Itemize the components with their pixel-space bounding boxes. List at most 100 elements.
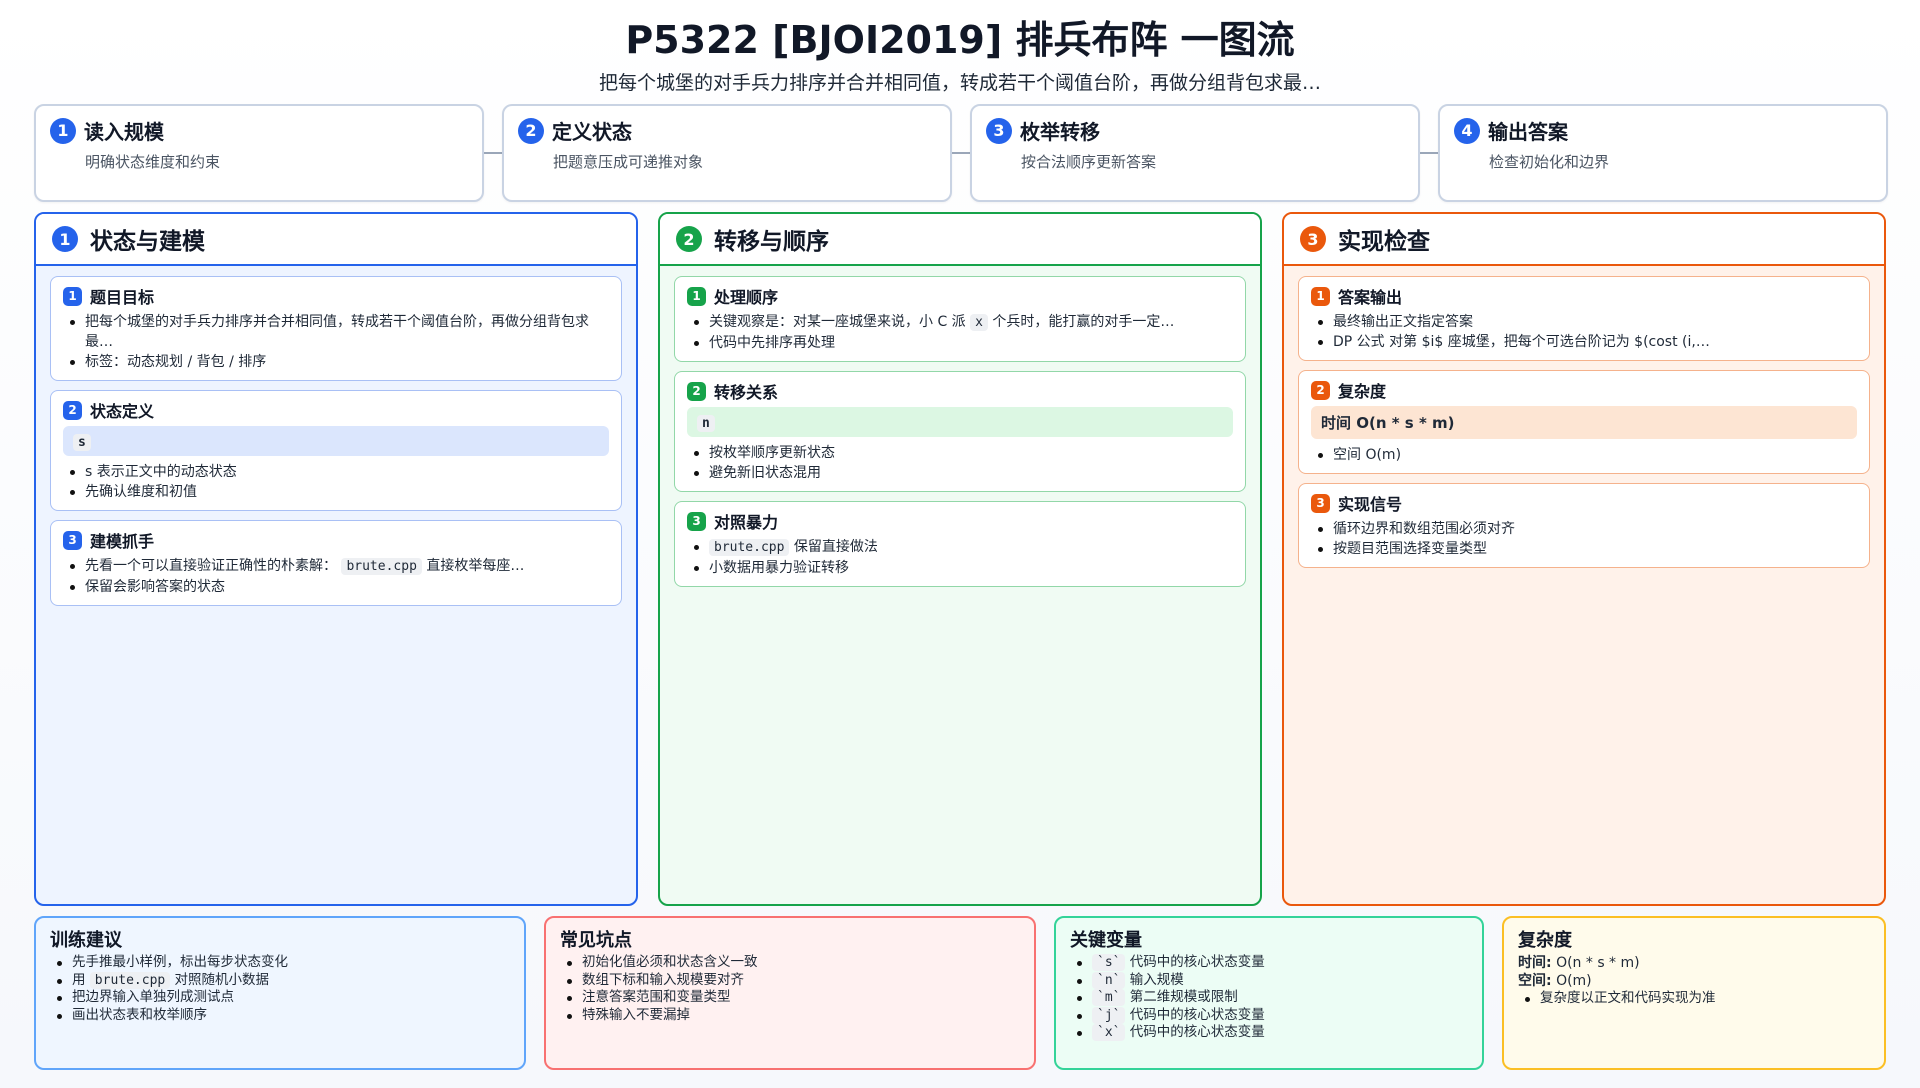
card-state: 2 状态定义 s s 表示正文中的动态状态 先确认维度和初值	[50, 390, 622, 511]
list-item: 避免新旧状态混用	[687, 463, 1233, 483]
card-number-badge: 2	[1311, 380, 1330, 400]
column-implementation: 3 实现检查 1 答案输出 最终输出正文指定答案 DP 公式 对第 $i$ 座城…	[1282, 212, 1886, 906]
list-item: `x` 代码中的核心状态变量	[1070, 1024, 1468, 1042]
step-number-badge: 2	[518, 117, 544, 144]
column-header: 1 状态与建模	[36, 214, 636, 266]
card-number-badge: 2	[63, 400, 82, 420]
list-item: brute.cpp 保留直接做法	[687, 537, 1233, 558]
list-item: `m` 第二维规模或限制	[1070, 989, 1468, 1007]
list-item: 保留会影响答案的状态	[63, 577, 609, 597]
step-number-badge: 4	[1454, 117, 1480, 144]
card-relation: 2 转移关系 n 按枚举顺序更新状态 避免新旧状态混用	[674, 371, 1246, 492]
step-number-badge: 1	[50, 117, 76, 144]
column-title: 状态与建模	[90, 229, 205, 255]
step-flow: 1 读入规模 明确状态维度和约束 2 定义状态 把题意压成可递推对象 3 枚举转…	[34, 104, 1888, 202]
list-item: 初始化值必须和状态含义一致	[560, 954, 1020, 972]
step-card-3: 3 枚举转移 按合法顺序更新答案	[970, 104, 1420, 202]
panel-complexity: 复杂度 时间: O(n * s * m) 空间: O(m) 复杂度以正文和代码实…	[1502, 916, 1886, 1070]
column-title: 实现检查	[1338, 229, 1430, 255]
list-item: 先确认维度和初值	[63, 482, 609, 502]
highlight-box: s	[63, 426, 609, 456]
card-number-badge: 1	[1311, 286, 1330, 306]
column-header: 3 实现检查	[1284, 214, 1884, 266]
card-number-badge: 1	[687, 286, 706, 306]
code-snippet: `j`	[1092, 1006, 1126, 1024]
code-snippet: `n`	[1092, 971, 1126, 989]
code-snippet: brute.cpp	[709, 539, 790, 556]
list-item: s 表示正文中的动态状态	[63, 462, 609, 482]
card-goal: 1 题目目标 把每个城堡的对手兵力排序并合并相同值，转成若干个阈值台阶，再做分组…	[50, 276, 622, 381]
code-snippet: x	[970, 314, 988, 331]
code-snippet: `x`	[1092, 1024, 1126, 1041]
list-item: 按枚举顺序更新状态	[687, 443, 1233, 463]
code-snippet: s	[73, 434, 91, 451]
card-title: 复杂度	[1338, 382, 1387, 401]
list-item: 空间 O(m)	[1311, 445, 1857, 465]
card-title: 状态定义	[90, 402, 155, 421]
time-complexity: 时间: O(n * s * m)	[1518, 955, 1640, 971]
panel-title: 训练建议	[50, 930, 122, 951]
list-item: 复杂度以正文和代码实现为准	[1518, 990, 1870, 1008]
card-title: 处理顺序	[714, 288, 779, 307]
step-title: 输出答案	[1488, 120, 1568, 144]
card-number-badge: 1	[63, 286, 82, 306]
card-number-badge: 2	[687, 381, 706, 401]
panel-variables: 关键变量 `s` 代码中的核心状态变量 `n` 输入规模 `m` 第二维规模或限…	[1054, 916, 1484, 1070]
list-item: DP 公式 对第 $i$ 座城堡，把每个可选台阶记为 $(cost (i,…	[1311, 332, 1857, 352]
list-item: 注意答案范围和变量类型	[560, 989, 1020, 1007]
list-item: 关键观察是：对某一座城堡来说，小 C 派 x 个兵时，能打赢的对手一定…	[687, 312, 1233, 333]
step-card-1: 1 读入规模 明确状态维度和约束	[34, 104, 484, 202]
list-item: 最终输出正文指定答案	[1311, 312, 1857, 332]
card-title: 建模抓手	[90, 532, 155, 551]
list-item: 代码中先排序再处理	[687, 333, 1233, 353]
step-connector	[1420, 152, 1438, 154]
list-item: 标签：动态规划 / 背包 / 排序	[63, 352, 609, 372]
step-card-4: 4 输出答案 检查初始化和边界	[1438, 104, 1888, 202]
list-item: 把每个城堡的对手兵力排序并合并相同值，转成若干个阈值台阶，再做分组背包求最…	[63, 312, 609, 352]
step-description: 按合法顺序更新答案	[1021, 153, 1157, 171]
card-brute: 3 对照暴力 brute.cpp 保留直接做法 小数据用暴力验证转移	[674, 501, 1246, 587]
code-snippet: brute.cpp	[341, 558, 422, 575]
panel-title: 关键变量	[1070, 930, 1142, 951]
highlight-box: n	[687, 407, 1233, 437]
step-title: 读入规模	[84, 120, 164, 144]
step-title: 枚举转移	[1020, 120, 1100, 144]
card-number-badge: 3	[63, 530, 82, 550]
space-complexity: 空间: O(m)	[1518, 973, 1592, 989]
panel-pitfalls: 常见坑点 初始化值必须和状态含义一致 数组下标和输入规模要对齐 注意答案范围和变…	[544, 916, 1036, 1070]
step-card-2: 2 定义状态 把题意压成可递推对象	[502, 104, 952, 202]
card-grip: 3 建模抓手 先看一个可以直接验证正确性的朴素解： brute.cpp 直接枚举…	[50, 520, 622, 606]
column-title: 转移与顺序	[714, 229, 829, 255]
card-complexity: 2 复杂度 时间 O(n * s * m) 空间 O(m)	[1298, 370, 1870, 474]
list-item: 按题目范围选择变量类型	[1311, 539, 1857, 559]
step-connector	[952, 152, 970, 154]
card-order: 1 处理顺序 关键观察是：对某一座城堡来说，小 C 派 x 个兵时，能打赢的对手…	[674, 276, 1246, 362]
list-item: 数组下标和输入规模要对齐	[560, 972, 1020, 990]
list-item: 用 brute.cpp 对照随机小数据	[50, 971, 510, 990]
column-header: 2 转移与顺序	[660, 214, 1260, 266]
card-title: 转移关系	[714, 383, 779, 402]
list-item: `j` 代码中的核心状态变量	[1070, 1006, 1468, 1025]
card-title: 题目目标	[90, 288, 155, 307]
card-title: 答案输出	[1338, 288, 1403, 307]
list-item: `s` 代码中的核心状态变量	[1070, 954, 1468, 972]
column-number-badge: 3	[1300, 226, 1326, 252]
card-output: 1 答案输出 最终输出正文指定答案 DP 公式 对第 $i$ 座城堡，把每个可选…	[1298, 276, 1870, 361]
list-item: 小数据用暴力验证转移	[687, 558, 1233, 578]
column-modeling: 1 状态与建模 1 题目目标 把每个城堡的对手兵力排序并合并相同值，转成若干个阈…	[34, 212, 638, 906]
card-number-badge: 3	[687, 511, 706, 531]
code-snippet: brute.cpp	[89, 971, 171, 989]
column-transition: 2 转移与顺序 1 处理顺序 关键观察是：对某一座城堡来说，小 C 派 x 个兵…	[658, 212, 1262, 906]
list-item: 循环边界和数组范围必须对齐	[1311, 519, 1857, 539]
panel-training: 训练建议 先手推最小样例，标出每步状态变化 用 brute.cpp 对照随机小数…	[34, 916, 526, 1070]
code-snippet: n	[697, 415, 715, 432]
page-title: P5322 [BJOI2019] 排兵布阵 一图流	[625, 18, 1295, 62]
page-subtitle: 把每个城堡的对手兵力排序并合并相同值，转成若干个阈值台阶，再做分组背包求最…	[598, 72, 1321, 94]
list-item: 先手推最小样例，标出每步状态变化	[50, 954, 510, 972]
step-description: 明确状态维度和约束	[85, 153, 221, 171]
step-title: 定义状态	[552, 120, 632, 144]
list-item: 先看一个可以直接验证正确性的朴素解： brute.cpp 直接枚举每座…	[63, 556, 609, 577]
panel-title: 常见坑点	[560, 930, 632, 951]
list-item: 特殊输入不要漏掉	[560, 1007, 1020, 1025]
column-number-badge: 1	[52, 226, 78, 252]
